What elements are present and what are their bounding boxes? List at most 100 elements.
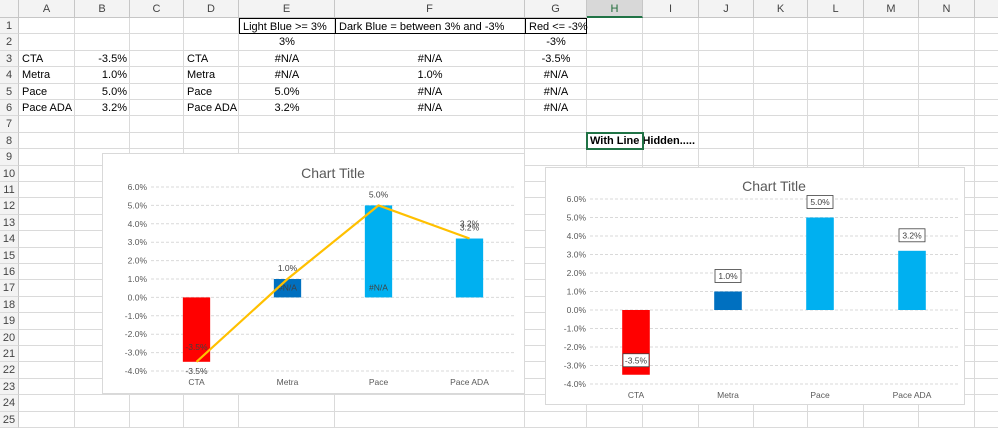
cell-c7[interactable] bbox=[130, 116, 184, 133]
cell-e7[interactable] bbox=[239, 116, 335, 133]
cell-n6[interactable] bbox=[919, 100, 975, 117]
cell-h6[interactable] bbox=[587, 100, 643, 117]
cell-h5[interactable] bbox=[587, 83, 643, 100]
cell-o4[interactable] bbox=[975, 67, 998, 84]
cell-d8[interactable] bbox=[184, 132, 239, 150]
cell-h2[interactable] bbox=[587, 34, 643, 51]
cell-k25[interactable] bbox=[754, 411, 808, 428]
cell-e24[interactable] bbox=[239, 395, 335, 412]
cell-l5[interactable] bbox=[808, 83, 864, 100]
row-header-2[interactable]: 2 bbox=[0, 34, 19, 51]
cell-value-f5[interactable]: #N/A bbox=[335, 84, 525, 100]
chart-line-hidden[interactable]: Chart Title 6.0% 5.0% 4.0% 3.0% 2.0% 1.0% 0.0% -… bbox=[545, 167, 965, 405]
cell-k5[interactable] bbox=[754, 83, 808, 100]
cell-k6[interactable] bbox=[754, 100, 808, 117]
cell-g7[interactable] bbox=[525, 116, 587, 133]
cell-a2[interactable] bbox=[19, 34, 75, 51]
cell-value-e6[interactable]: 3.2% bbox=[239, 100, 335, 116]
cell-d1[interactable] bbox=[184, 18, 239, 35]
cell-o3[interactable] bbox=[975, 51, 998, 68]
cell-value-g3[interactable]: -3.5% bbox=[525, 51, 587, 67]
column-header-f[interactable]: F bbox=[335, 0, 525, 18]
column-header-h[interactable]: H bbox=[587, 0, 643, 18]
cell-value-f6[interactable]: #N/A bbox=[335, 100, 525, 116]
cell-c8[interactable] bbox=[130, 132, 184, 150]
cell-l1[interactable] bbox=[808, 18, 864, 35]
cell-b1[interactable] bbox=[75, 18, 130, 35]
column-header-d[interactable]: D bbox=[184, 0, 239, 18]
cell-j2[interactable] bbox=[699, 34, 754, 51]
cell-value-b4[interactable]: 1.0% bbox=[75, 67, 130, 83]
cell-value-d5[interactable]: Pace bbox=[184, 84, 239, 100]
cell-value-e5[interactable]: 5.0% bbox=[239, 84, 335, 100]
cell-i4[interactable] bbox=[643, 67, 699, 84]
row-header-22[interactable]: 22 bbox=[0, 362, 19, 379]
cell-value-d4[interactable]: Metra bbox=[184, 67, 239, 83]
cell-o15[interactable] bbox=[975, 248, 998, 264]
row-header-1[interactable]: 1 bbox=[0, 18, 19, 35]
cell-value-a3[interactable]: CTA bbox=[19, 51, 75, 67]
cell-o24[interactable] bbox=[975, 395, 998, 412]
row-header-10[interactable]: 10 bbox=[0, 165, 19, 182]
cell-i9[interactable] bbox=[643, 149, 699, 166]
cell-a20[interactable] bbox=[19, 329, 75, 346]
cell-l25[interactable] bbox=[808, 411, 864, 428]
cell-l4[interactable] bbox=[808, 67, 864, 84]
cell-b25[interactable] bbox=[75, 411, 130, 428]
cell-a18[interactable] bbox=[19, 296, 75, 314]
cell-d7[interactable] bbox=[184, 116, 239, 133]
cell-l8[interactable] bbox=[808, 132, 864, 150]
cell-l9[interactable] bbox=[808, 149, 864, 166]
cell-c1[interactable] bbox=[130, 18, 184, 35]
chart-with-line[interactable]: Chart Title 6.0% 5.0% 4.0% 3.0% 2.0% 1.0% 0.0% -… bbox=[102, 153, 525, 394]
row-header-3[interactable]: 3 bbox=[0, 50, 19, 68]
cell-a19[interactable] bbox=[19, 313, 75, 330]
cell-o12[interactable] bbox=[975, 198, 998, 215]
cell-c25[interactable] bbox=[130, 411, 184, 428]
cell-i25[interactable] bbox=[643, 411, 699, 428]
cell-m7[interactable] bbox=[864, 116, 919, 133]
cell-j25[interactable] bbox=[699, 411, 754, 428]
cell-n9[interactable] bbox=[919, 149, 975, 166]
cell-m8[interactable] bbox=[864, 132, 919, 150]
cell-value-d6[interactable]: Pace ADA bbox=[184, 100, 239, 116]
cell-j6[interactable] bbox=[699, 100, 754, 117]
row-header-25[interactable]: 25 bbox=[0, 411, 19, 428]
cell-f7[interactable] bbox=[335, 116, 525, 133]
row-header-6[interactable]: 6 bbox=[0, 100, 19, 117]
cell-value-b5[interactable]: 5.0% bbox=[75, 84, 130, 100]
cell-value-d3[interactable]: CTA bbox=[184, 51, 239, 67]
cell-o1[interactable] bbox=[975, 18, 998, 35]
cell-o13[interactable] bbox=[975, 215, 998, 232]
cell-a11[interactable] bbox=[19, 182, 75, 199]
row-header-23[interactable]: 23 bbox=[0, 378, 19, 396]
cell-a23[interactable] bbox=[19, 378, 75, 396]
cell-a8[interactable] bbox=[19, 132, 75, 150]
cell-a14[interactable] bbox=[19, 231, 75, 248]
active-cell-h8[interactable] bbox=[586, 131, 644, 151]
row-header-19[interactable]: 19 bbox=[0, 313, 19, 330]
cell-m3[interactable] bbox=[864, 50, 919, 68]
cell-j1[interactable] bbox=[699, 18, 754, 35]
column-header-i[interactable]: I bbox=[643, 0, 699, 18]
cell-o16[interactable] bbox=[975, 264, 998, 281]
cell-e25[interactable] bbox=[239, 411, 335, 428]
cell-l7[interactable] bbox=[808, 116, 864, 133]
row-header-17[interactable]: 17 bbox=[0, 280, 19, 297]
cell-a10[interactable] bbox=[19, 165, 75, 182]
cell-b7[interactable] bbox=[75, 116, 130, 133]
row-header-7[interactable]: 7 bbox=[0, 116, 19, 133]
cell-value-g1[interactable]: Red <= -3% bbox=[525, 18, 588, 35]
row-header-16[interactable]: 16 bbox=[0, 264, 19, 281]
cell-n1[interactable] bbox=[919, 18, 975, 35]
cell-d2[interactable] bbox=[184, 34, 239, 51]
cell-o22[interactable] bbox=[975, 362, 998, 379]
cell-i3[interactable] bbox=[643, 50, 699, 68]
cell-a15[interactable] bbox=[19, 247, 75, 264]
cell-m1[interactable] bbox=[864, 18, 919, 35]
cell-m5[interactable] bbox=[864, 83, 919, 100]
cell-value-f3[interactable]: #N/A bbox=[335, 51, 525, 67]
row-header-14[interactable]: 14 bbox=[0, 231, 19, 248]
cell-o2[interactable] bbox=[975, 34, 998, 51]
cell-o20[interactable] bbox=[975, 330, 998, 346]
